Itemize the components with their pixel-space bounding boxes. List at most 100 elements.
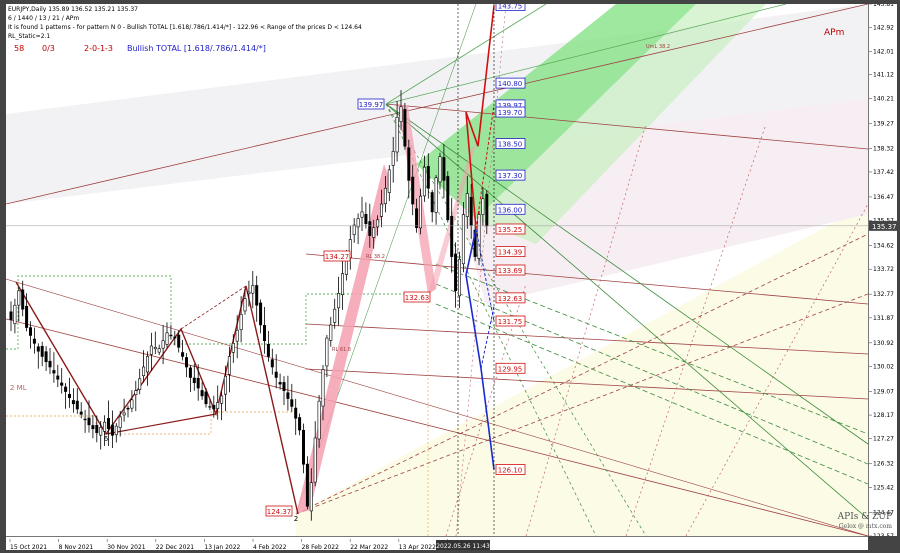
price-tick-label: 139.27 [873, 120, 894, 127]
candle-body [251, 285, 255, 294]
chart-svg: 143.75 140.80 139.97 139.70 138.50 137.30 136.… [6, 4, 868, 536]
candle-body [91, 425, 95, 430]
candle-body [224, 375, 228, 395]
price-tick-label: 123.57 [873, 533, 894, 536]
candle-body [294, 407, 298, 419]
price-tick-label: 143.81 [873, 4, 894, 8]
date-tick-label: 4 Feb 2022 [253, 544, 287, 550]
candle-body [247, 291, 251, 294]
candle-body [28, 327, 32, 336]
time-axis-svg: 15 Oct 2021 8 Nov 2021 30 Nov 2021 22 Dec 2… [9, 539, 490, 550]
candle-body [220, 395, 224, 404]
candle-body [177, 334, 181, 348]
candle-body [196, 377, 200, 389]
candle-body [446, 176, 450, 221]
target-label: 126.10 [498, 467, 523, 475]
price-tick-label: 128.17 [873, 412, 894, 419]
candle-body [418, 195, 422, 229]
candle-body [442, 157, 446, 181]
price-tick-label: 125.42 [873, 484, 894, 491]
price-tick-label: 140.21 [873, 96, 894, 103]
candle-body [79, 411, 83, 415]
chart-window: 143.75 140.80 139.97 139.70 138.50 137.30 136.… [0, 0, 900, 553]
candle-body [469, 196, 473, 226]
target-label: 143.75 [498, 4, 523, 11]
header-pattern: It is found 1 patterns - for pattern N 0… [8, 24, 362, 31]
candle-body [146, 356, 150, 373]
candle-body [422, 166, 426, 197]
candle-body [64, 386, 68, 392]
price-tick-label: 131.87 [873, 315, 894, 322]
candle-body [208, 406, 212, 408]
candle-body [114, 425, 118, 436]
candle-body [204, 391, 208, 405]
candle-body [239, 314, 243, 331]
candle-body [313, 437, 317, 483]
candle-body [134, 390, 138, 395]
price-axis[interactable]: 143.81 142.92 142.01 141.12 140.21 139.27 138.… [868, 4, 897, 536]
candle-body [107, 418, 111, 430]
candle-body [298, 417, 302, 431]
price-tick-label: 142.01 [873, 48, 894, 55]
candle-body [426, 166, 430, 189]
candle-body [36, 346, 40, 352]
candle-body [75, 400, 79, 410]
candle-body [157, 348, 161, 353]
date-tick-label: 15 Oct 2021 [10, 544, 47, 550]
orange-dotted-box [6, 411, 296, 435]
candle-body [173, 336, 177, 339]
candle-body [352, 224, 356, 235]
candle-body [434, 177, 438, 213]
rl-382-label: RL 38.2 [366, 254, 385, 260]
pivot-label: 134.27 [325, 253, 350, 261]
candle-body [60, 382, 64, 386]
candle-body [138, 378, 142, 391]
candle-body [340, 273, 344, 295]
price-tick-label: 142.92 [873, 24, 894, 31]
candle-body [13, 304, 17, 325]
candle-body [110, 424, 114, 436]
candle-body [301, 429, 305, 465]
price-tick-label: 136.47 [873, 194, 894, 201]
wave-6-label: 6 [104, 435, 109, 443]
candle-body [142, 366, 146, 377]
candle-body [305, 463, 309, 507]
price-tick-label: 132.77 [873, 291, 894, 298]
stat-c: 2-0-1-3 [84, 44, 114, 53]
candle-body [454, 253, 458, 292]
candle-body [40, 345, 44, 357]
candle-body [337, 293, 341, 309]
current-price-label: 135.37 [872, 223, 897, 231]
price-tick-label: 130.92 [873, 340, 894, 347]
plot-area[interactable]: 143.75 140.80 139.97 139.70 138.50 137.30 136.… [6, 4, 868, 536]
candle-body [485, 193, 489, 227]
candle-body [169, 334, 173, 337]
candle-body [56, 375, 60, 380]
zigzag-top [180, 285, 247, 330]
candle-body [270, 359, 274, 368]
candle-body [126, 407, 130, 410]
candle-body [83, 418, 87, 421]
time-axis[interactable]: 15 Oct 2021 8 Nov 2021 30 Nov 2021 22 Dec 2… [6, 536, 868, 550]
candle-body [477, 214, 481, 259]
target-label: 134.39 [498, 249, 523, 257]
target-label: 136.00 [498, 206, 523, 214]
date-tick-label: 28 Feb 2022 [302, 544, 340, 550]
price-tick-label: 134.62 [873, 243, 894, 250]
candle-body [25, 305, 29, 328]
candle-body [407, 147, 411, 181]
target-label: 137.30 [498, 172, 523, 180]
date-tick-label: 30 Nov 2021 [107, 544, 146, 550]
candle-body [333, 308, 337, 323]
date-tick-label: 22 Mar 2022 [350, 544, 388, 550]
candle-body [185, 357, 189, 368]
target-label: 129.95 [498, 365, 523, 373]
pivot-label: 124.37 [267, 508, 292, 516]
stat-b: 0/3 [42, 44, 55, 53]
blue-projection-return [480, 306, 495, 369]
harmonic-zigzag [15, 281, 299, 515]
apm-label: APm [824, 28, 845, 38]
candle-body [192, 377, 196, 384]
target-label: 135.25 [498, 226, 523, 234]
candle-body [259, 302, 263, 326]
